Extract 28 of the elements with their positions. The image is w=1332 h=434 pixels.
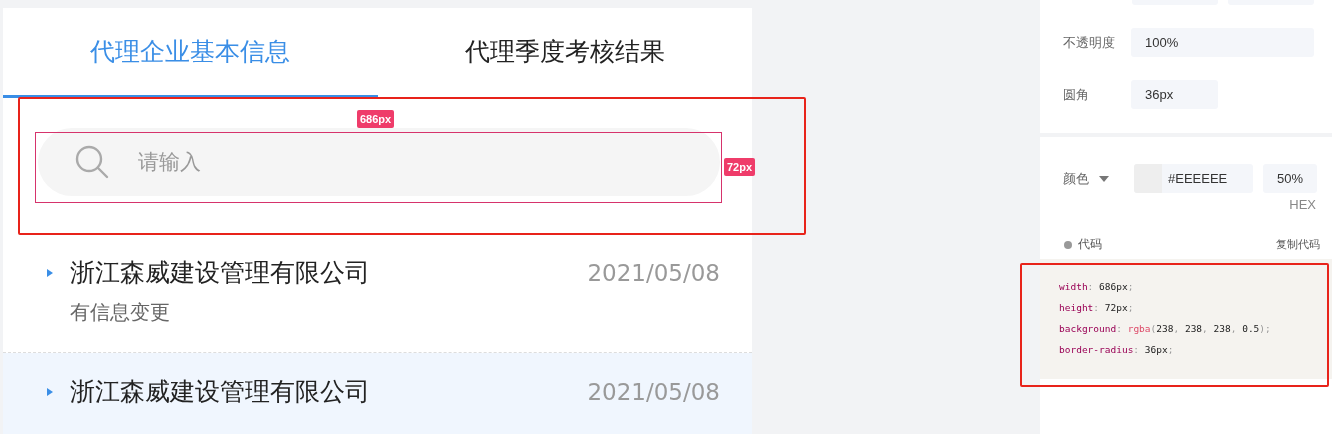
dot-icon	[1064, 240, 1072, 249]
status-text: 有信息变更	[70, 299, 171, 326]
caret-down-icon[interactable]	[1099, 175, 1109, 182]
code-line: width: 686px;	[1059, 281, 1135, 294]
date: 2021/05/08	[587, 378, 720, 405]
search-field[interactable]: 请输入	[38, 128, 720, 196]
code-line: height: 72px;	[1059, 302, 1135, 315]
code-line: border-radius: 36px;	[1059, 344, 1175, 357]
company-name: 浙江森威建设管理有限公司	[70, 376, 370, 408]
input-field[interactable]: 100%	[1131, 28, 1314, 57]
chevron-icon	[47, 387, 53, 396]
input-field[interactable]: 36px	[1131, 80, 1218, 109]
tab[interactable]: 代理季度考核结果	[377, 8, 752, 98]
color-field[interactable]: #EEEEEE	[1134, 164, 1253, 193]
height-measure-label: 72px	[724, 158, 756, 176]
opacity-field[interactable]: 50%	[1263, 164, 1317, 193]
company-name: 浙江森威建设管理有限公司	[70, 257, 370, 289]
list-item[interactable]: 浙江森威建设管理有限公司 2021/05/08	[3, 353, 752, 434]
property-label: 圆角	[1063, 85, 1090, 104]
property-label: 不透明度	[1063, 33, 1116, 52]
color-label: 颜色	[1063, 169, 1089, 188]
date: 2021/05/08	[587, 259, 720, 286]
format-label: HEX	[1289, 197, 1316, 212]
width-measure-label: 686px	[357, 110, 395, 128]
copy-code-link[interactable]: 复制代码	[1276, 237, 1320, 252]
chevron-icon	[47, 268, 53, 277]
section-title: 代码	[1078, 236, 1102, 253]
code-line: background: rgba(238, 238, 238, 0.5);	[1059, 323, 1272, 336]
